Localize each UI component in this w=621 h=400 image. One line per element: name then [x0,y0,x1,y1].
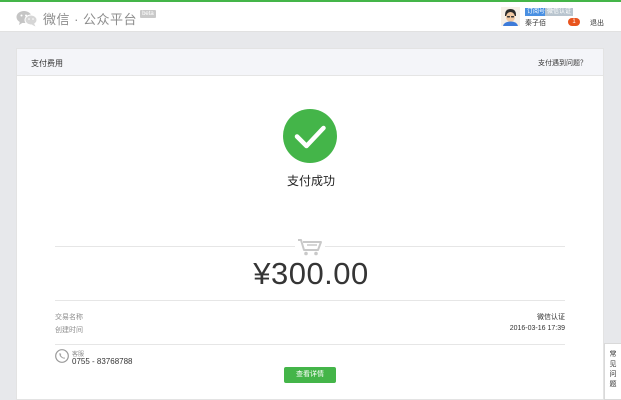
account-type-tag: 订阅号 [525,8,548,16]
transaction-name-label: 交易名称 [55,314,83,321]
payment-amount: ¥300.00 [253,256,369,291]
beta-badge: beta [140,10,156,18]
customer-service-phone: 0755 - 83768788 [72,357,133,366]
success-message: 支付成功 [286,174,335,188]
created-time-value: 2016-03-16 17:39 [509,325,565,332]
shopping-cart-icon [298,239,322,256]
success-check-icon [283,109,337,163]
faq-char: 题 [609,381,617,388]
username[interactable]: 秦子佰 [525,18,546,28]
transaction-name-value: 微信认证 [537,314,565,321]
divider-bottom [55,344,565,345]
faq-char: 见 [609,361,617,368]
faq-char: 问 [609,371,617,378]
payment-help-link[interactable]: 支付遇到问题？ [538,58,587,68]
logo-text: 微信 · 公众平台 [43,11,138,27]
verified-tag: 微信认证 [545,8,574,16]
divider-middle [55,300,565,301]
phone-icon [55,349,69,363]
wechat-logo[interactable]: 微信 · 公众平台 beta [16,8,156,28]
notification-badge[interactable]: 1 [568,18,580,26]
panel-title: 支付费用 [31,59,63,68]
view-details-button[interactable]: 查看详情 [284,367,336,383]
faq-char: 常 [609,351,617,358]
wechat-logo-icon [16,10,38,26]
payment-panel: 支付费用 支付遇到问题？ 支付成功 ¥300.00 交易名称 微信认证 创建时间… [16,48,604,400]
panel-header: 支付费用 支付遇到问题？ [17,49,603,76]
avatar[interactable] [501,7,520,26]
logout-link[interactable]: 退出 [590,18,604,28]
top-bar: 微信 · 公众平台 beta 订阅号 微信认证 秦子佰 1 退出 [0,0,621,32]
faq-side-tab[interactable]: 常 见 问 题 [604,343,621,400]
created-time-label: 创建时间 [55,327,83,334]
